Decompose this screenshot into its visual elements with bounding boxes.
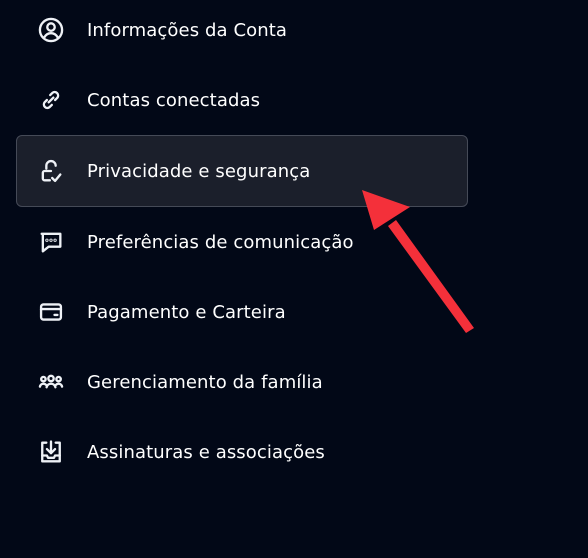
menu-item-family-management[interactable]: Gerenciamento da família [16, 346, 468, 418]
menu-item-subscriptions[interactable]: Assinaturas e associações [16, 416, 468, 488]
account-settings-page: Informações da Conta Contas conectadas P… [0, 0, 588, 558]
menu-item-label: Preferências de comunicação [87, 231, 354, 253]
menu-item-label: Assinaturas e associações [87, 441, 325, 463]
menu-item-account-info[interactable]: Informações da Conta [16, 0, 468, 66]
message-icon [36, 227, 66, 257]
user-circle-icon [36, 15, 66, 45]
subscriptions-icon [36, 437, 66, 467]
privacy-lock-icon [36, 156, 66, 186]
menu-item-privacy-security[interactable]: Privacidade e segurança [16, 135, 468, 207]
menu-item-label: Contas conectadas [87, 89, 261, 111]
menu-item-label: Gerenciamento da família [87, 371, 323, 393]
family-icon [36, 367, 66, 397]
menu-item-connected-accounts[interactable]: Contas conectadas [16, 64, 468, 136]
menu-item-label: Privacidade e segurança [87, 160, 311, 182]
menu-item-payment-wallet[interactable]: Pagamento e Carteira [16, 276, 468, 348]
wallet-icon [36, 297, 66, 327]
menu-item-label: Informações da Conta [87, 19, 288, 41]
menu-item-label: Pagamento e Carteira [87, 301, 286, 323]
link-icon [36, 85, 66, 115]
menu-item-communication-preferences[interactable]: Preferências de comunicação [16, 206, 468, 278]
